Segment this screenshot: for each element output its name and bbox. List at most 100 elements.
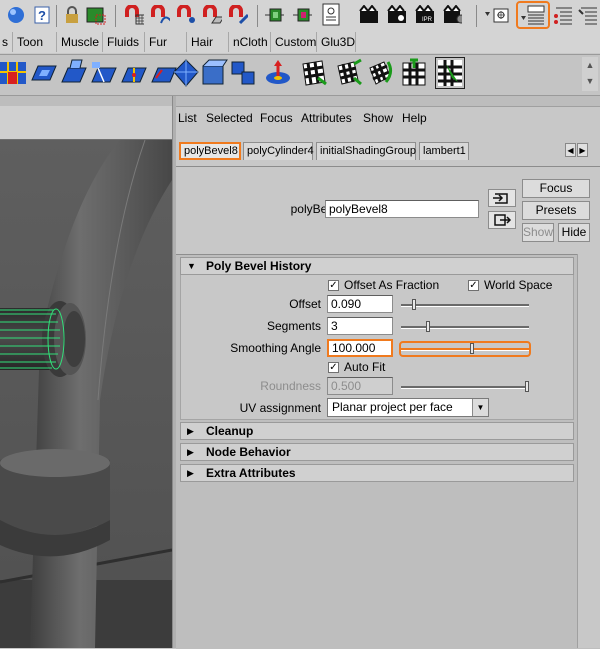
world-space-checkbox[interactable]: ✓: [468, 280, 479, 291]
magnet-grid-icon[interactable]: [124, 5, 144, 25]
focus-button[interactable]: Focus: [522, 179, 590, 198]
input-ops-icon[interactable]: [484, 5, 510, 25]
show-button[interactable]: Show: [522, 223, 554, 242]
channel-box-icon[interactable]: [516, 1, 550, 29]
render-region-icon[interactable]: [86, 5, 106, 25]
ipr-render-icon[interactable]: [386, 5, 406, 25]
attribute-editor: List Selected Focus Attributes Show Help…: [176, 96, 600, 649]
menu-focus[interactable]: Focus: [260, 111, 293, 125]
uv-assignment-value: Planar project per face: [332, 400, 453, 414]
tab-scroll-left-button[interactable]: ◀: [565, 143, 576, 157]
globe-icon[interactable]: [6, 5, 26, 25]
section-header-node-behavior[interactable]: ▶ Node Behavior: [180, 443, 574, 461]
expand-triangle-icon: ▶: [187, 447, 194, 457]
attribute-editor-icon[interactable]: [552, 5, 574, 25]
magnet-point-icon[interactable]: [176, 5, 196, 25]
offset-slider[interactable]: [401, 299, 529, 311]
attribute-editor-top-strip: [176, 96, 600, 107]
split-tool-icon[interactable]: [60, 58, 88, 88]
section-title: Cleanup: [206, 424, 254, 438]
magnet-live-icon[interactable]: [228, 5, 248, 25]
hide-button[interactable]: Hide: [558, 223, 590, 242]
attribute-editor-scrollbar[interactable]: [577, 254, 600, 648]
subdivide-tool-icon[interactable]: [172, 58, 200, 88]
checker-scale-tool-icon[interactable]: [334, 58, 362, 88]
shelf-tab-glu3d[interactable]: Glu3D: [316, 32, 356, 52]
offset-field[interactable]: 0.090: [327, 295, 393, 313]
checker-uv-tool-icon[interactable]: [400, 58, 428, 88]
render-icon[interactable]: [358, 5, 378, 25]
collapse-triangle-icon: ▼: [187, 261, 196, 271]
tool-settings-icon[interactable]: [577, 5, 599, 25]
uv-assignment-dropdown[interactable]: Planar project per face ▼: [327, 398, 489, 417]
shelf-tab[interactable]: s: [0, 32, 12, 52]
wedge-tool-icon[interactable]: [120, 58, 148, 88]
auto-fit-checkbox[interactable]: ✓: [328, 362, 339, 373]
shelf-tab-fur[interactable]: Fur: [144, 32, 186, 52]
svg-text:?: ?: [38, 8, 46, 23]
checker-select-tool-icon[interactable]: [435, 57, 465, 89]
plane-tool-icon[interactable]: [200, 58, 228, 88]
lock-icon[interactable]: [62, 5, 82, 25]
shelf-tab-muscle[interactable]: Muscle: [56, 32, 102, 52]
shelf-tab-custom[interactable]: Custom: [270, 32, 316, 52]
section-header-extra-attributes[interactable]: ▶ Extra Attributes: [180, 464, 574, 482]
offset-as-fraction-label: Offset As Fraction: [344, 278, 440, 292]
roundness-label: Roundness: [260, 379, 321, 393]
menu-help[interactable]: Help: [402, 111, 427, 125]
render-settings-icon[interactable]: IPR: [414, 5, 434, 25]
render-globals-icon[interactable]: [442, 5, 462, 25]
render-view-icon[interactable]: [319, 3, 343, 26]
construction-history-icon[interactable]: [292, 5, 312, 25]
help-icon[interactable]: ?: [32, 5, 52, 25]
history-icon[interactable]: [264, 5, 284, 25]
offset-as-fraction-checkbox[interactable]: ✓: [328, 280, 339, 291]
menu-list[interactable]: List: [178, 111, 197, 125]
shelf: ▲ ▼: [0, 54, 600, 96]
tab-initialshadinggroup[interactable]: initialShadingGroup: [316, 142, 416, 160]
bevel-tool-icon[interactable]: [0, 58, 28, 88]
checker-rotate-tool-icon[interactable]: [366, 58, 394, 88]
shelf-tab-hair[interactable]: Hair: [186, 32, 228, 52]
shelf-scrollbar[interactable]: ▲ ▼: [582, 57, 598, 91]
tab-lambert1[interactable]: lambert1: [419, 142, 469, 160]
presets-button[interactable]: Presets: [522, 201, 590, 220]
checker-move-tool-icon[interactable]: [300, 58, 328, 88]
viewport-3d[interactable]: [0, 140, 172, 648]
segments-slider[interactable]: [401, 321, 529, 333]
node-tabs: polyBevel8 polyCylinder4 initialShadingG…: [176, 140, 600, 162]
world-space-label: World Space: [484, 278, 553, 292]
attribute-sections: ▼ Poly Bevel History ✓ Offset As Fractio…: [176, 254, 600, 649]
menu-show[interactable]: Show: [363, 111, 393, 125]
shelf-tab-toon[interactable]: Toon: [12, 32, 54, 52]
section-header-cleanup[interactable]: ▶ Cleanup: [180, 422, 574, 440]
extrude-tool-icon[interactable]: [30, 58, 58, 88]
section-title: Poly Bevel History: [206, 259, 312, 273]
shelf-tab-ncloth[interactable]: nCloth: [228, 32, 270, 52]
smoothing-angle-slider[interactable]: [399, 341, 531, 357]
tab-polybevel8[interactable]: polyBevel8: [179, 142, 241, 160]
sculpt-tool-icon[interactable]: [264, 58, 292, 88]
append-tool-icon[interactable]: [90, 58, 118, 88]
node-name-field[interactable]: polyBevel8: [325, 200, 479, 218]
select-node-icon[interactable]: [488, 189, 516, 207]
chevron-down-icon: ▼: [472, 399, 488, 416]
magnet-plane-icon[interactable]: [202, 5, 222, 25]
menu-attributes[interactable]: Attributes: [301, 111, 352, 125]
tab-scroll-right-button[interactable]: ▶: [577, 143, 588, 157]
segments-field[interactable]: 3: [327, 317, 393, 335]
smoothing-angle-field[interactable]: 100.000: [327, 339, 393, 357]
tab-polycylinder4[interactable]: polyCylinder4: [243, 142, 314, 160]
smoothing-angle-label: Smoothing Angle: [230, 341, 321, 355]
svg-text:IPR: IPR: [422, 17, 433, 23]
planar-split-tool-icon[interactable]: [230, 58, 258, 88]
magnet-curve-icon[interactable]: [150, 5, 170, 25]
expand-triangle-icon: ▶: [187, 468, 194, 478]
menu-selected[interactable]: Selected: [206, 111, 253, 125]
go-to-output-icon[interactable]: [488, 211, 516, 229]
offset-label: Offset: [289, 297, 321, 311]
status-line: ? IPR: [0, 0, 600, 32]
section-header-poly-bevel-history[interactable]: ▼ Poly Bevel History: [180, 257, 574, 275]
auto-fit-label: Auto Fit: [344, 360, 386, 374]
shelf-tab-fluids[interactable]: Fluids: [102, 32, 144, 52]
